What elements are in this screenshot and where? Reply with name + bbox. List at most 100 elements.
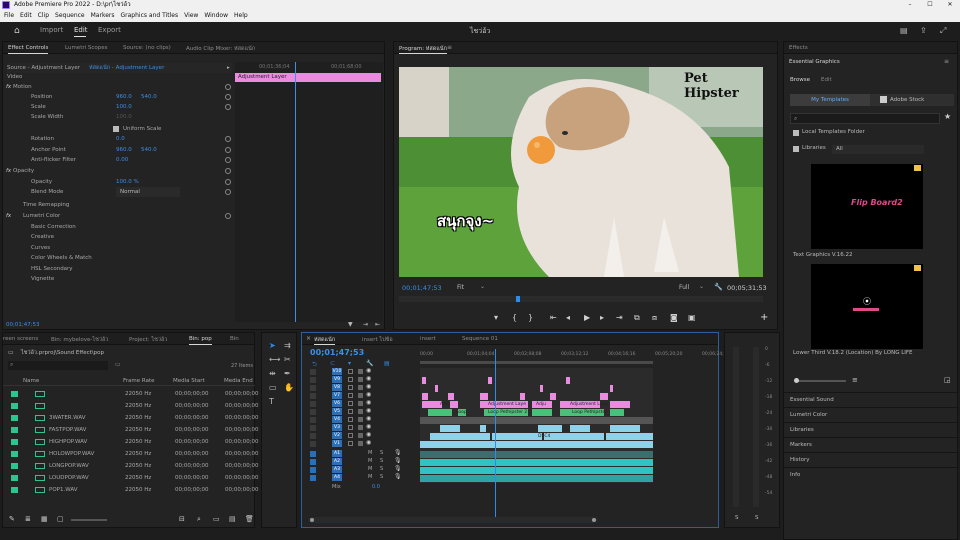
eye-icon[interactable]: ◉ [366,415,371,422]
reset-icon[interactable] [225,136,231,142]
col-frame-rate[interactable]: Frame Rate [123,378,155,384]
track-select-tool-icon[interactable]: ⇉ [284,341,291,350]
program-menu-icon[interactable]: ≡ [447,44,452,51]
reset-icon[interactable] [225,189,231,195]
sync-lock-icon[interactable] [358,377,363,382]
track-label[interactable]: V9 [332,376,342,383]
track-target-toggle[interactable] [310,441,316,447]
timeline-clip[interactable] [610,409,624,416]
tab-browse[interactable]: Browse [790,77,810,83]
mark-out-brace-icon[interactable]: } [528,313,533,322]
eg-menu-icon[interactable]: ≡ [944,58,949,65]
ec-playhead[interactable] [295,62,296,322]
clip-label[interactable]: ห่สดแน้ก - Adjustment Layer [89,63,164,73]
track-label[interactable]: V6 [332,400,342,407]
timeline-settings-icon[interactable]: 🔧 [366,360,373,367]
sync-lock-icon[interactable] [358,409,363,414]
ec-value-1[interactable]: 0.00 [116,155,128,165]
program-scrubber[interactable] [399,296,763,302]
eye-icon[interactable]: ◉ [366,399,371,406]
timeline-clip[interactable] [540,385,543,392]
timeline-clip[interactable] [422,401,442,408]
audio-clip-a4[interactable] [420,475,653,482]
eye-icon[interactable]: ◉ [366,383,371,390]
time-ruler[interactable]: 00;00 00;01;04;04 00;02;08;08 00;03;12;12 00… [420,349,729,365]
track-label[interactable]: V8 [332,384,342,391]
eye-icon[interactable]: ◉ [366,375,371,382]
source-patch[interactable] [310,467,316,473]
track-target-toggle[interactable] [310,433,316,439]
project-row[interactable]: 22050 Hz 00;00;00;00 00;00;00;00 [3,388,259,400]
zoom-select[interactable]: Fit [457,284,464,291]
track-target-toggle[interactable] [310,401,316,407]
step-forward-icon[interactable]: ▸ [600,313,604,322]
libraries-checkbox[interactable] [793,146,799,152]
timeline-clip[interactable] [544,433,604,440]
col-media-end[interactable]: Media End [224,378,253,384]
track-label[interactable]: A1 [332,450,342,457]
col-media-start[interactable]: Media Start [173,378,205,384]
timeline-clip[interactable] [428,409,452,416]
insert-icon[interactable]: ⧉ [634,313,640,323]
ec-value-1[interactable]: 960.0 [116,145,132,155]
solo-left[interactable]: S [735,515,739,521]
project-row[interactable]: HIGHPOP.WAV 22050 Hz 00;00;00;00 00;00;00;0… [3,436,259,448]
expand-icon[interactable]: ▸ [227,63,230,73]
filter-icon[interactable]: ▼ [348,321,353,328]
menu-clip[interactable]: Clip [38,12,49,19]
project-row[interactable]: POP1.WAV 22050 Hz 00;00;00;00 00;00;00;00 [3,484,259,496]
sync-lock-icon[interactable] [358,401,363,406]
lock-icon[interactable] [348,417,353,422]
type-tool-icon[interactable]: T [269,397,274,406]
selection-tool-icon[interactable]: ➤ [269,341,276,350]
mic-icon[interactable]: 🎙 [394,449,402,456]
ec-value-2[interactable]: 540.0 [141,145,157,155]
tab-project[interactable]: Project: ไชว่อ้ว [129,336,167,344]
timeline-clip[interactable] [448,393,454,400]
timeline-clip[interactable] [422,393,428,400]
reset-icon[interactable] [225,168,231,174]
slip-tool-icon[interactable]: ⇹ [269,369,276,378]
track-label[interactable]: A4 [332,474,342,481]
menu-view[interactable]: View [184,12,198,19]
reset-icon[interactable] [225,157,231,163]
eye-icon[interactable]: ◉ [366,391,371,398]
project-row[interactable]: HOLOWPOP.WAV 22050 Hz 00;00;00;00 00;00;00;… [3,448,259,460]
project-row[interactable]: LOUDPOP.WAV 22050 Hz 00;00;00;00 00;00;00;0… [3,472,259,484]
track-label[interactable]: A2 [332,458,342,465]
source-patch[interactable] [310,459,316,465]
timeline-clip[interactable] [480,393,488,400]
tab-seq-insert-pai[interactable]: insert ไปซ้อ [362,336,393,344]
hand-tool-icon[interactable]: ✋ [284,383,294,392]
automate-icon[interactable]: ⊟ [179,515,185,523]
mute-button[interactable]: M [368,458,372,464]
minimize-button[interactable]: – [900,0,920,10]
compare-icon[interactable]: ▣ [688,313,696,322]
collapsed-panel[interactable]: Essential Sound [784,392,959,406]
tab-audio-clip-mixer[interactable]: Audio Clip Mixer: ห่สดแน้ก [186,45,255,53]
collapsed-panel[interactable]: Info [784,467,959,481]
audio-clip-a2[interactable] [420,459,653,466]
project-search-input[interactable]: ⌕ [8,361,108,370]
reset-icon[interactable] [225,104,231,110]
zoom-slider[interactable] [71,519,107,521]
ec-value-1[interactable]: 0.0 [116,134,125,144]
program-timecode[interactable]: 00;01;47;53 [402,284,442,292]
timeline-clip[interactable] [488,377,492,384]
mute-button[interactable]: M [368,450,372,456]
reset-icon[interactable] [225,84,231,90]
source-patch[interactable] [310,451,316,457]
timeline-clip[interactable] [606,433,653,440]
adobe-stock-tab[interactable]: Adobe Stock [890,94,924,106]
trash-icon[interactable]: 🗑 [245,515,254,523]
eye-icon[interactable]: ◉ [366,407,371,414]
eye-icon[interactable]: ◉ [366,367,371,374]
mic-icon[interactable]: 🎙 [394,457,402,464]
timeline-clip[interactable] [538,425,562,432]
timeline-clip[interactable] [532,409,552,416]
home-icon[interactable]: ⌂ [14,26,20,36]
ec-value-1[interactable]: 960.0 [116,92,132,102]
sync-lock-icon[interactable] [358,433,363,438]
timeline-clip[interactable] [420,417,653,424]
timeline-timecode[interactable]: 00;01;47;53 [310,348,364,357]
